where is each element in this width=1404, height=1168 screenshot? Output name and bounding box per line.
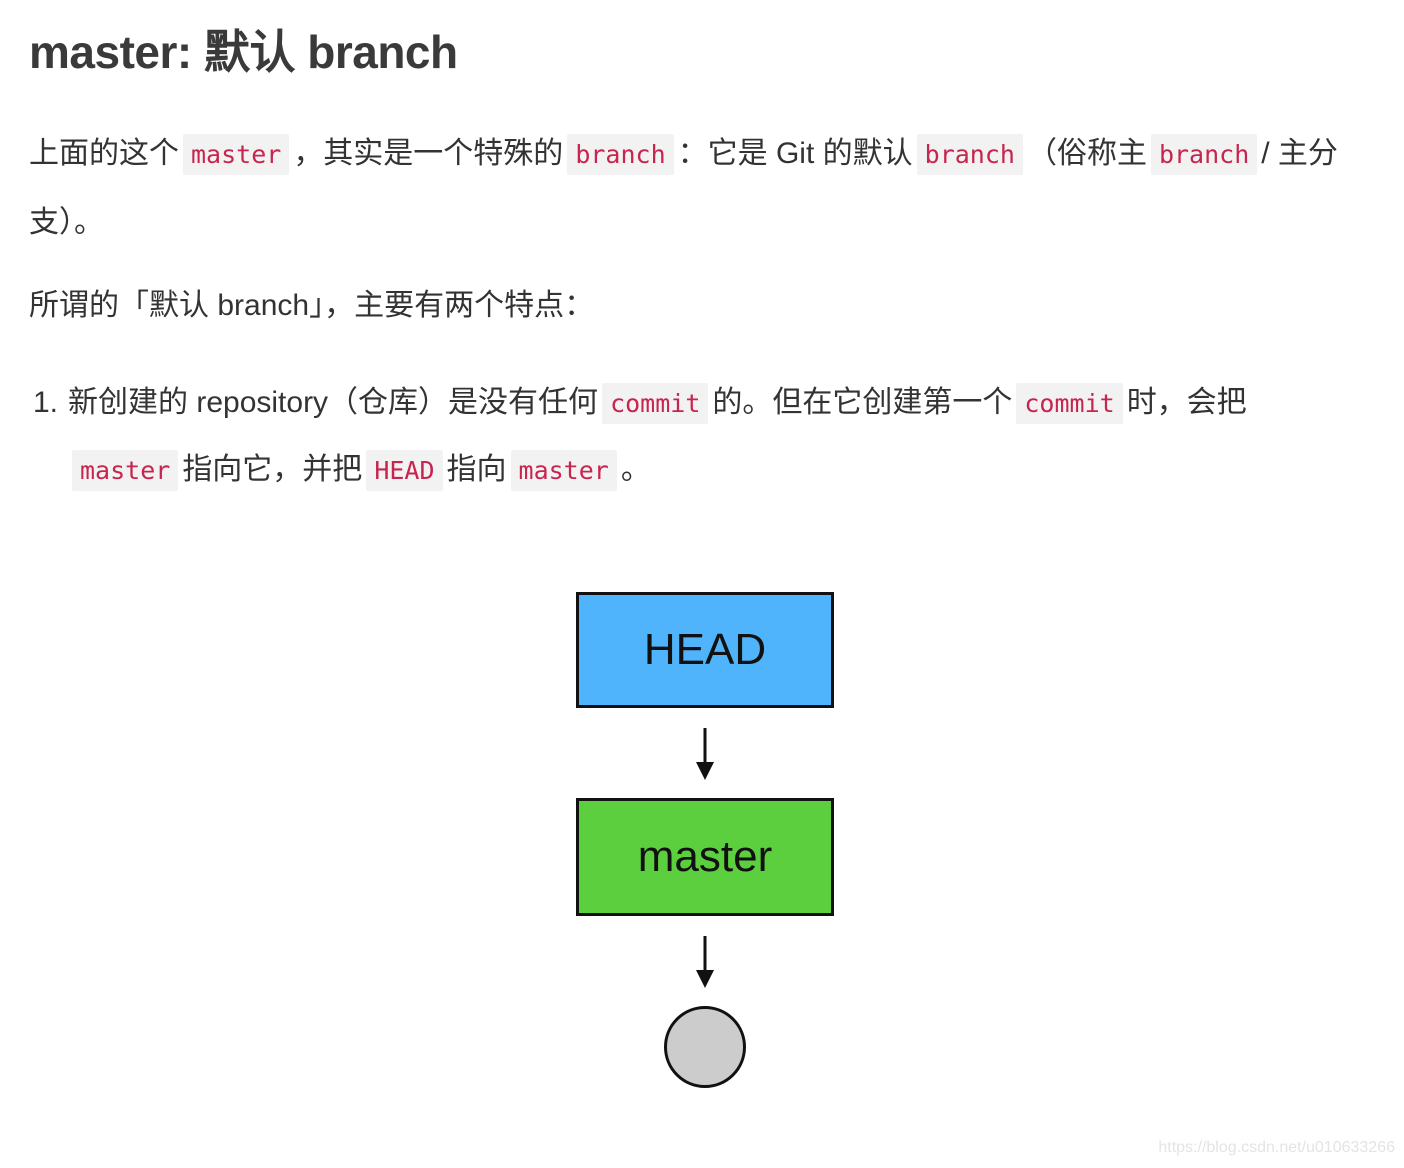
commit-node — [664, 1006, 746, 1088]
inline-code-master: master — [72, 450, 179, 491]
text-segment: 上面的这个 — [29, 137, 179, 170]
inline-code-branch: branch — [1150, 134, 1258, 175]
inline-code-master: master — [183, 134, 290, 175]
text-segment: 指向 — [446, 453, 507, 486]
inline-code-master: master — [510, 450, 617, 491]
text-segment: 时，会把 — [1126, 386, 1247, 419]
section-heading: master: 默认 branch — [29, 26, 458, 78]
head-pointer-box: HEAD — [576, 592, 834, 708]
list-item: 1. 新创建的 repository（仓库）是没有任何 commit 的。但在它创建第… — [33, 370, 1363, 504]
text-segment: 的。但在它创建第一个 — [712, 386, 1013, 419]
arrow-down-icon — [696, 970, 714, 988]
text-segment: ，其实是一个特殊的 — [293, 137, 564, 170]
inline-code-branch: branch — [916, 134, 1023, 175]
arrow-head-to-master — [696, 728, 714, 780]
inline-code-head: HEAD — [366, 450, 443, 491]
text-segment: ：它是 Git 的默认 — [677, 137, 913, 170]
text-segment: （俗称主 — [1026, 137, 1147, 170]
arrow-master-to-commit — [696, 936, 714, 988]
features-intro-paragraph: 所谓的「默认 branch」，主要有两个特点： — [29, 289, 595, 322]
inline-code-commit: commit — [1016, 383, 1123, 424]
watermark: https://blog.csdn.net/u010633266 — [1158, 1139, 1395, 1156]
list-number: 1. — [33, 386, 59, 419]
inline-code-branch: branch — [567, 134, 674, 175]
text-segment: 。 — [620, 453, 651, 486]
intro-paragraph: 上面的这个 master ，其实是一个特殊的 branch ：它是 Git 的默认 bra… — [29, 120, 1349, 257]
arrow-down-icon — [696, 762, 714, 780]
inline-code-commit: commit — [602, 383, 709, 424]
features-list: 1. 新创建的 repository（仓库）是没有任何 commit 的。但在它创建第… — [33, 370, 1363, 504]
text-segment: 新创建的 repository（仓库）是没有任何 — [68, 386, 599, 419]
text-segment: 指向它，并把 — [182, 453, 363, 486]
master-branch-box: master — [576, 798, 834, 916]
